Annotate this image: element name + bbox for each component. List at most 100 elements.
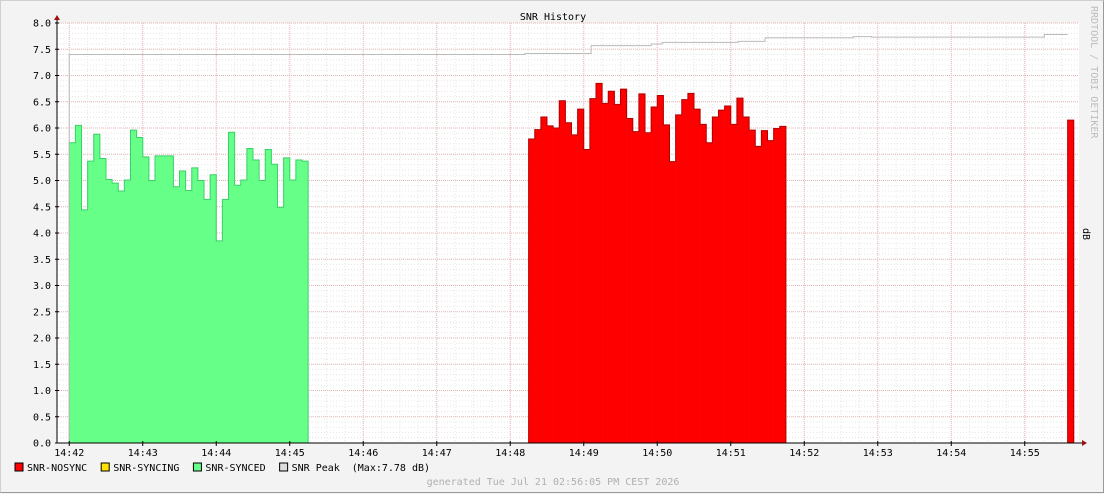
y-tick-label: 4.0 [33,229,51,240]
data-bar [191,167,199,443]
data-bar [547,125,554,444]
x-tick-label: 14:52 [789,448,819,459]
data-bar [136,137,144,443]
y-axis-arrow [54,15,60,20]
x-tick-label: 14:51 [716,448,746,459]
data-bar [749,130,756,443]
data-bar [767,140,774,443]
data-bar [173,186,180,444]
x-axis-arrow [1082,440,1087,446]
x-tick-label: 14:54 [936,448,966,459]
data-bar [706,142,713,443]
data-bar [124,179,131,443]
data-bar [773,128,781,443]
legend-item: SNR-NOSYNC [14,462,87,474]
data-bar [302,161,309,443]
y-tick-label: 4.5 [33,202,51,213]
data-bar [69,142,76,443]
data-bar [620,89,627,444]
y-tick-label: 7.0 [33,71,51,82]
legend-item: SNR-SYNCED [192,462,266,474]
legend-swatch [100,462,110,472]
data-bar [81,209,88,443]
legend-swatch [192,462,202,472]
data-bar [651,107,658,443]
x-tick-label: 14:50 [642,448,672,459]
data-bar [730,124,738,443]
y-tick-label: 2.0 [33,334,51,345]
data-bar [577,109,585,443]
data-bar [614,104,621,443]
y-tick-label: 1.5 [33,360,51,371]
data-bar [155,155,162,443]
data-bar [118,191,125,443]
data-bar [694,109,701,443]
y-tick-label: 6.5 [33,97,51,108]
data-bar [295,160,303,443]
x-tick-label: 14:43 [128,448,158,459]
data-bar [93,134,101,444]
data-bar [112,183,119,443]
data-bar [271,164,278,443]
data-bar [571,134,578,443]
rrdtool-watermark: RRDTOOL / TOBI OETIKER [1088,6,1099,139]
y-tick-label: 3.5 [33,255,51,266]
x-tick-label: 14:55 [1010,448,1040,459]
data-bar [626,118,634,444]
data-bar [246,148,254,443]
data-bar [596,83,603,443]
data-bar [602,103,609,443]
data-bar [99,158,107,443]
x-tick-label: 14:45 [275,448,305,459]
y-tick-label: 0.0 [33,439,51,450]
y-tick-label: 1.0 [33,386,51,397]
data-bar [657,95,664,443]
data-bar [142,156,150,443]
data-bar [724,105,732,443]
legend-peak-max: (Max:7.78 dB) [352,463,430,474]
y-tick-label: 5.0 [33,176,51,187]
legend-label: SNR-SYNCED [205,463,265,474]
legend-label: SNR Peak [292,463,340,474]
data-bar [161,155,168,443]
legend-swatch [14,462,24,472]
data-bar [675,114,683,443]
data-bar [283,157,291,444]
data-bar [1067,120,1075,443]
x-tick-label: 14:42 [54,448,84,459]
legend-label: SNR-SYNCING [113,463,179,474]
y-tick-label: 5.5 [33,150,51,161]
data-bar [534,129,542,443]
x-tick-label: 14:48 [495,448,525,459]
legend-label: SNR-NOSYNC [27,463,87,474]
data-bar [553,128,560,443]
data-bar [167,155,174,443]
data-bar [583,149,591,443]
chart-title: SNR History [520,12,586,23]
data-bar [228,132,235,443]
y-tick-label: 2.5 [33,307,51,318]
x-tick-label: 14:49 [569,448,599,459]
data-bar [222,199,229,443]
data-bar [755,146,762,443]
data-bar [185,190,193,443]
data-bar [87,161,95,443]
data-bar [216,240,223,443]
data-bar [265,149,272,443]
data-bar [632,131,640,444]
data-bar [528,139,536,443]
rrd-graph-frame: 0.0 0.5 1.0 1.5 2.0 2.5 3.0 3.5 4.0 4.5 5.0 5.5 6.0 6… [0,0,1104,493]
snr-history-chart: 0.0 0.5 1.0 1.5 2.0 2.5 3.0 3.5 4.0 4.5 5.0 5.5 6.0 6… [14,6,1099,488]
data-bar [148,180,156,443]
x-tick-label: 14:47 [422,448,452,459]
data-bar [700,124,707,443]
y-tick-label: 3.0 [33,281,51,292]
data-bar [204,199,211,443]
y-tick-label: 8.0 [33,19,51,30]
generated-footer: generated Tue Jul 21 02:56:05 PM CEST 20… [427,477,680,488]
data-bar [687,93,695,443]
data-bar [712,116,719,443]
data-bar [289,179,297,443]
legend: SNR-NOSYNC SNR-SYNCING SNR-SYNCED SNR Peak (… [14,462,430,474]
data-bar [259,180,266,443]
